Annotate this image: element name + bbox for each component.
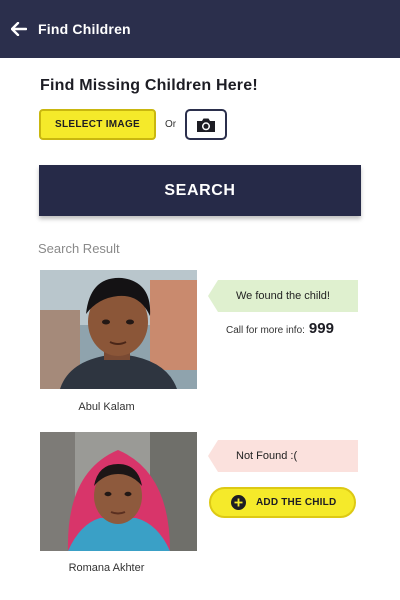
search-result-label: Search Result (38, 241, 120, 256)
not-found-status-tag: Not Found :( (208, 440, 358, 472)
camera-icon (197, 118, 215, 132)
add-child-label: ADD THE CHILD (256, 497, 337, 508)
status-text: Not Found :( (236, 450, 298, 462)
child-photo (40, 270, 197, 389)
found-status-tag: We found the child! (208, 280, 358, 312)
camera-button[interactable] (185, 109, 227, 140)
page-headline: Find Missing Children Here! (40, 77, 258, 94)
child-photo (40, 432, 197, 551)
app-bar: Find Children (0, 0, 400, 58)
child-name: Romana Akhter (68, 562, 145, 574)
app-title: Find Children (38, 21, 131, 37)
contact-info: Call for more info: 999 (226, 320, 334, 337)
status-text: We found the child! (236, 290, 330, 302)
plus-circle-icon (231, 495, 246, 510)
arrow-left-icon (11, 22, 27, 36)
child-name: Abul Kalam (78, 401, 135, 413)
back-button[interactable] (0, 0, 38, 58)
add-child-button[interactable]: ADD THE CHILD (209, 487, 356, 518)
contact-number[interactable]: 999 (309, 320, 334, 337)
contact-label: Call for more info: (226, 325, 305, 336)
search-button[interactable]: SEARCH (39, 165, 361, 216)
or-label: Or (165, 119, 177, 130)
select-image-button[interactable]: SLELECT IMAGE (39, 109, 156, 140)
